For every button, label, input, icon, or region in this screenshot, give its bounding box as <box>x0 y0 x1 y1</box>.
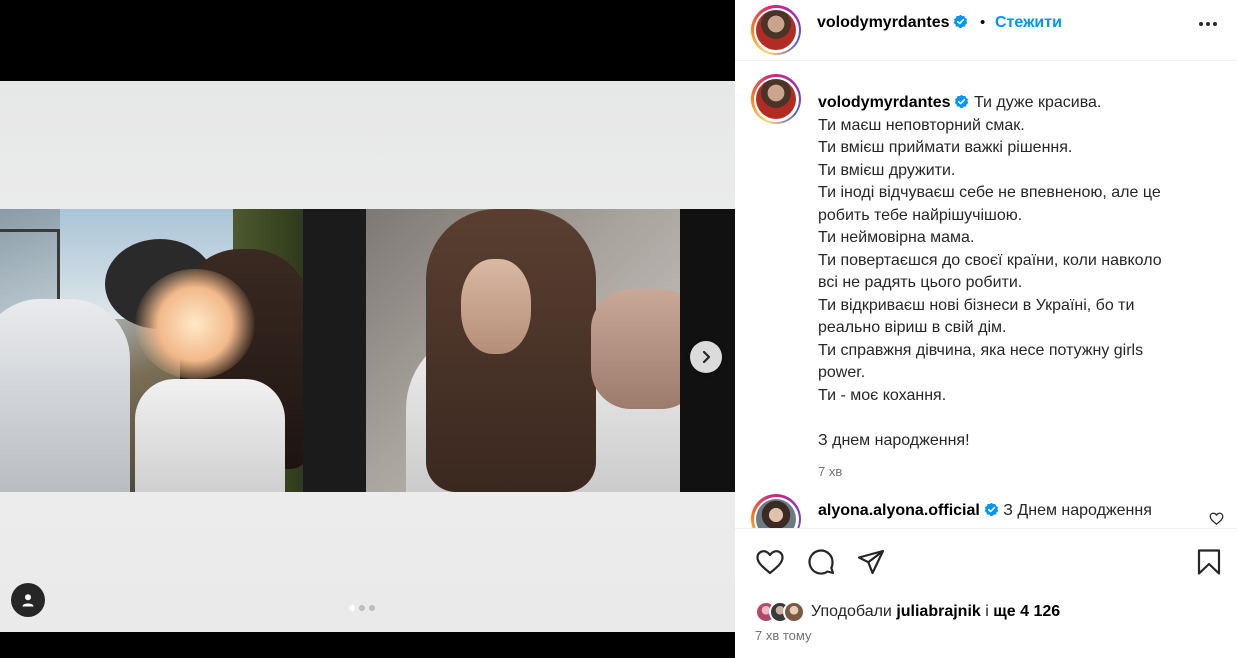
photo-couple-kiss <box>0 209 303 492</box>
post-header: volodymyrdantes • Стежити <box>735 0 1237 61</box>
header-separator: • <box>980 14 986 31</box>
caption-line: Ти - моє кохання. <box>818 386 947 404</box>
likes-count[interactable]: ще 4 126 <box>993 603 1060 620</box>
user-tag-icon <box>22 594 34 607</box>
comments-section[interactable]: volodymyrdantes Ти дуже красива. Ти маєш… <box>735 62 1237 528</box>
save-button[interactable] <box>1194 547 1224 577</box>
caption-line: робить тебе найрішучішою. <box>818 206 1023 224</box>
carousel-dot-2 <box>359 605 365 611</box>
caption-line: Ти іноді відчуваєш себе не впевненою, ал… <box>818 184 1161 201</box>
comment-button[interactable] <box>806 547 836 577</box>
follow-button[interactable]: Стежити <box>995 14 1062 32</box>
caption-line: З днем народження! <box>818 431 970 449</box>
post-media <box>0 0 735 658</box>
comment-icon <box>808 549 835 575</box>
verified-icon <box>955 94 969 108</box>
caption-avatar[interactable] <box>751 74 801 124</box>
chevron-right-icon <box>702 350 711 364</box>
caption-line: Ти вмієш дружити. <box>818 161 956 179</box>
author-avatar[interactable] <box>751 5 801 55</box>
post-side-panel: volodymyrdantes • Стежити volodymyrdante… <box>735 0 1237 658</box>
caption-line: Ти вмієш приймати важкі рішення. <box>818 139 1073 156</box>
likes-text: Уподобали juliabrajnik і ще 4 126 <box>811 603 1061 620</box>
caption-line: реально віриш в свій дім. <box>818 319 1007 336</box>
photo-portrait <box>366 209 735 492</box>
share-icon <box>857 549 885 575</box>
liker-username[interactable]: juliabrajnik <box>896 603 980 620</box>
carousel-indicator <box>349 605 375 611</box>
post-actions: Уподобали juliabrajnik і ще 4 126 7 хв т… <box>735 528 1237 658</box>
verified-icon <box>984 502 999 516</box>
caption-line: power. <box>818 364 866 381</box>
caption-line: Ти дуже красива. <box>973 94 1102 111</box>
verified-icon <box>954 14 968 28</box>
caption-timestamp[interactable]: 7 хв <box>818 464 842 479</box>
caption-line: Ти маєш неповторний смак. <box>818 116 1025 134</box>
carousel-next-button[interactable] <box>690 341 722 373</box>
caption-text: volodymyrdantes Ти дуже красива. Ти маєш… <box>818 92 1228 452</box>
liker-avatar <box>783 601 805 623</box>
caption-line: Ти неймовірна мама. <box>818 229 975 246</box>
caption-username[interactable]: volodymyrdantes <box>818 94 950 111</box>
bookmark-icon <box>1197 549 1221 575</box>
comment-avatar[interactable] <box>751 494 801 528</box>
more-options-button[interactable] <box>1193 14 1223 34</box>
likes-summary[interactable]: Уподобали juliabrajnik і ще 4 126 <box>755 599 1060 625</box>
user-tags-button[interactable] <box>11 583 45 617</box>
caption-line: всі не радять цього робити. <box>818 274 1023 291</box>
author-username[interactable]: volodymyrdantes <box>817 14 968 32</box>
caption-line: Ти повертаєшся до своєї країни, коли нав… <box>818 251 1162 269</box>
like-button[interactable] <box>755 547 785 577</box>
caption-line: Ти відкриваєш нові бізнеси в Україні, бо… <box>818 296 1135 314</box>
carousel-slide <box>0 81 735 632</box>
more-icon <box>1199 22 1203 26</box>
post-timestamp[interactable]: 7 хв тому <box>755 628 811 643</box>
comment-body: З Днем народження <box>1003 502 1152 519</box>
comment-like-icon[interactable] <box>1209 511 1224 526</box>
comment-username[interactable]: alyona.alyona.official <box>818 502 980 519</box>
carousel-dot-1 <box>349 605 355 611</box>
heart-icon <box>756 550 784 575</box>
carousel-dot-3 <box>369 605 375 611</box>
share-button[interactable] <box>856 547 886 577</box>
photo-collage <box>0 209 735 492</box>
comment-text: alyona.alyona.official З Днем народження <box>818 502 1152 520</box>
caption-line: Ти справжня дівчина, яка несе потужну gi… <box>818 341 1144 359</box>
